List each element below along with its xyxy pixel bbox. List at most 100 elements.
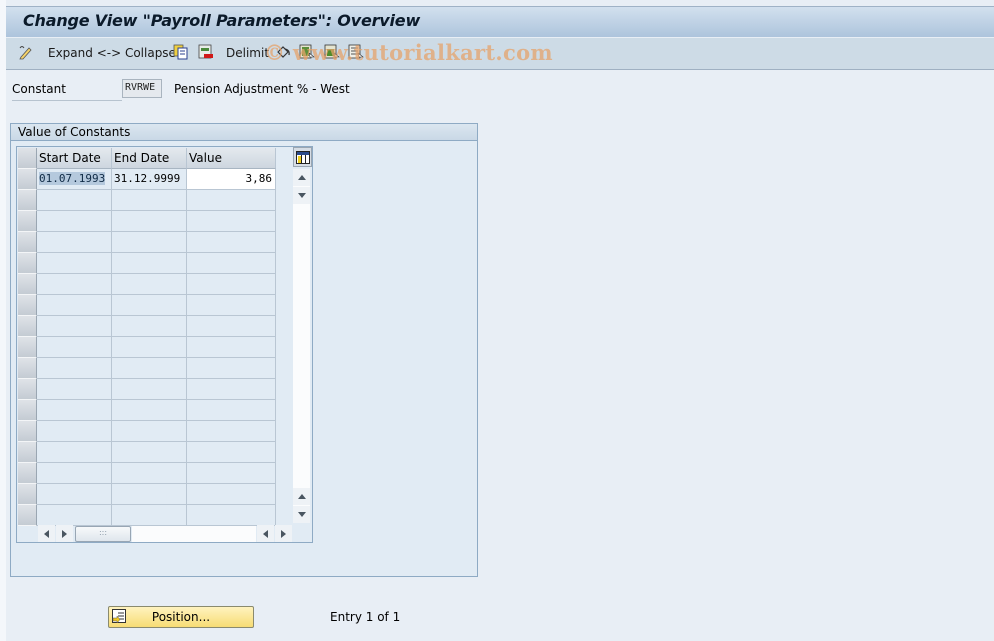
row-selector[interactable] — [18, 316, 37, 337]
end-date-cell[interactable] — [112, 274, 187, 295]
horizontal-scroll-track[interactable] — [132, 526, 256, 542]
end-date-cell[interactable] — [112, 190, 187, 211]
position-icon — [112, 609, 126, 624]
row-selector[interactable] — [18, 169, 37, 190]
value-cell[interactable] — [187, 484, 276, 505]
column-header-start-date[interactable]: Start Date — [37, 148, 112, 169]
start-date-cell[interactable] — [37, 295, 112, 316]
value-of-constants-group: Value of Constants Start Date End Date V… — [10, 123, 478, 577]
row-selector[interactable] — [18, 421, 37, 442]
value-cell[interactable] — [187, 190, 276, 211]
row-selector[interactable] — [18, 505, 37, 526]
start-date-cell[interactable] — [37, 463, 112, 484]
row-selector[interactable] — [18, 253, 37, 274]
delete-row-icon[interactable] — [198, 44, 214, 60]
scroll-down-button[interactable] — [293, 506, 310, 523]
horizontal-scroll-thumb[interactable]: ::: — [75, 526, 131, 542]
value-cell[interactable] — [187, 295, 276, 316]
row-selector[interactable] — [18, 358, 37, 379]
start-date-cell[interactable] — [37, 379, 112, 400]
row-selector[interactable] — [18, 190, 37, 211]
vertical-scrollbar[interactable] — [293, 169, 310, 523]
value-cell[interactable] — [187, 400, 276, 421]
deselect-all-icon[interactable] — [348, 44, 364, 60]
value-cell[interactable] — [187, 379, 276, 400]
end-date-cell[interactable] — [112, 232, 187, 253]
scroll-right-button[interactable] — [56, 525, 73, 542]
select-all-rows-button[interactable] — [18, 148, 37, 169]
page-up-icon — [297, 494, 306, 499]
value-cell[interactable] — [187, 253, 276, 274]
end-date-cell[interactable] — [112, 463, 187, 484]
row-selector[interactable] — [18, 484, 37, 505]
undo-change-icon[interactable] — [276, 44, 292, 60]
end-date-cell[interactable] — [112, 379, 187, 400]
start-date-cell[interactable] — [37, 253, 112, 274]
constant-value-field: RVRWE — [122, 79, 162, 98]
start-date-cell[interactable] — [37, 274, 112, 295]
start-date-cell[interactable] — [37, 358, 112, 379]
scroll-right-end-button[interactable] — [275, 525, 292, 542]
position-button[interactable]: Position... — [108, 606, 254, 628]
row-selector[interactable] — [18, 442, 37, 463]
end-date-cell[interactable] — [112, 505, 187, 526]
start-date-cell[interactable] — [37, 442, 112, 463]
scroll-left-button[interactable] — [38, 525, 55, 542]
end-date-cell[interactable] — [112, 358, 187, 379]
scroll-left-end-button[interactable] — [257, 525, 274, 542]
end-date-cell[interactable] — [112, 295, 187, 316]
row-selector[interactable] — [18, 337, 37, 358]
select-all-icon[interactable] — [299, 44, 315, 60]
value-cell[interactable] — [187, 337, 276, 358]
value-cell[interactable] — [187, 358, 276, 379]
start-date-cell[interactable]: 01.07.1993 — [37, 169, 112, 190]
row-selector[interactable] — [18, 295, 37, 316]
page-down-button[interactable] — [293, 187, 310, 204]
scroll-up-button[interactable] — [293, 169, 310, 186]
start-date-cell[interactable] — [37, 421, 112, 442]
select-block-icon[interactable] — [324, 44, 340, 60]
start-date-cell[interactable] — [37, 211, 112, 232]
value-cell[interactable] — [187, 316, 276, 337]
start-date-cell[interactable] — [37, 505, 112, 526]
end-date-cell[interactable] — [112, 253, 187, 274]
row-selector[interactable] — [18, 463, 37, 484]
delimit-button[interactable]: Delimit — [226, 44, 269, 62]
page-title: Change View "Payroll Parameters": Overvi… — [23, 11, 421, 30]
column-header-value[interactable]: Value — [187, 148, 276, 169]
copy-icon[interactable] — [173, 44, 189, 60]
value-cell[interactable] — [187, 505, 276, 526]
start-date-cell[interactable] — [37, 400, 112, 421]
edit-pencil-icon[interactable] — [18, 44, 34, 60]
end-date-cell[interactable] — [112, 211, 187, 232]
start-date-cell[interactable] — [37, 232, 112, 253]
table-settings-button[interactable] — [293, 147, 312, 167]
value-cell[interactable] — [187, 274, 276, 295]
start-date-cell[interactable] — [37, 337, 112, 358]
start-date-cell[interactable] — [37, 190, 112, 211]
end-date-cell[interactable] — [112, 442, 187, 463]
start-date-cell[interactable] — [37, 316, 112, 337]
end-date-cell[interactable] — [112, 484, 187, 505]
row-selector[interactable] — [18, 232, 37, 253]
value-cell[interactable] — [187, 211, 276, 232]
page-up-button[interactable] — [293, 488, 310, 505]
value-input[interactable]: 3,86 — [187, 169, 276, 190]
expand-collapse-button[interactable]: Expand <-> Collapse — [48, 44, 176, 62]
value-cell[interactable] — [187, 421, 276, 442]
end-date-cell[interactable] — [112, 337, 187, 358]
start-date-cell[interactable] — [37, 484, 112, 505]
end-date-cell[interactable] — [112, 421, 187, 442]
row-selector[interactable] — [18, 211, 37, 232]
row-selector[interactable] — [18, 379, 37, 400]
column-header-end-date[interactable]: End Date — [112, 148, 187, 169]
value-cell[interactable] — [187, 463, 276, 484]
end-date-cell[interactable] — [112, 400, 187, 421]
value-cell[interactable] — [187, 232, 276, 253]
row-selector[interactable] — [18, 400, 37, 421]
start-date-value: 01.07.1993 — [39, 172, 106, 185]
end-date-cell[interactable] — [112, 316, 187, 337]
end-date-cell: 31.12.9999 — [112, 169, 187, 190]
row-selector[interactable] — [18, 274, 37, 295]
value-cell[interactable] — [187, 442, 276, 463]
